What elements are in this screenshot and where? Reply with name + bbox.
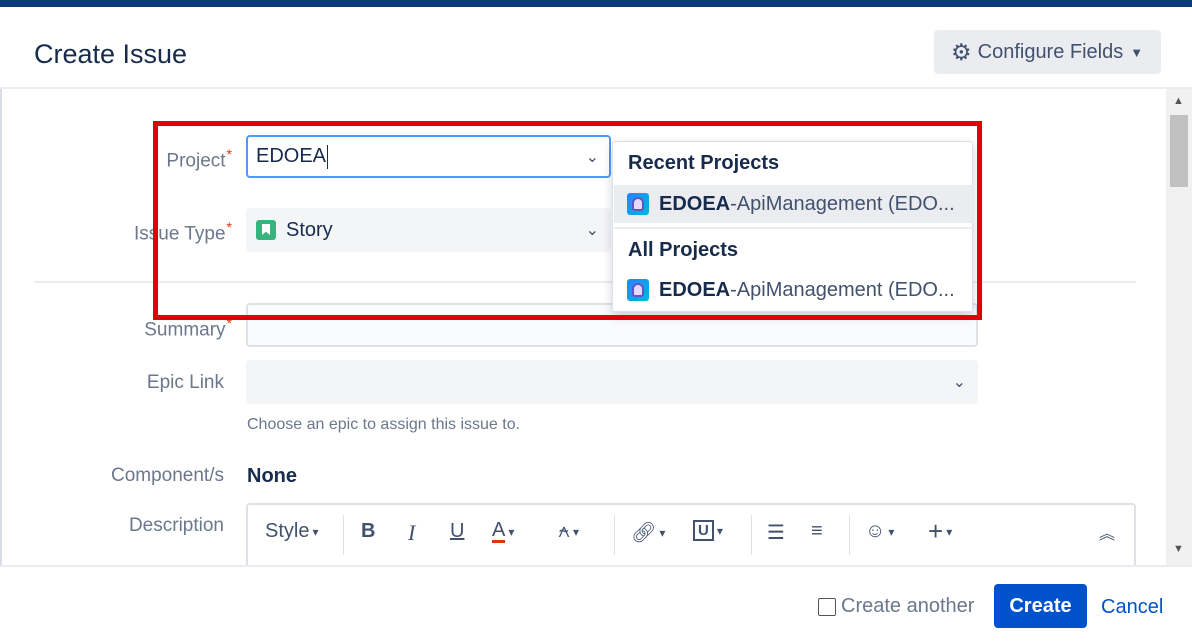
insert-button[interactable]: + ▾ bbox=[928, 516, 952, 547]
chevron-down-icon: ▾ bbox=[659, 525, 666, 540]
description-editor[interactable]: Style ▾ B I U A ▾ ⍲ ▾ 🔗︎ ▾ U ▾ ☰ ≡ ☺ ▾ + ▾ ︽ bbox=[246, 503, 1136, 565]
create-another-toggle[interactable]: Create another bbox=[818, 595, 974, 618]
chevron-down-icon: ▾ bbox=[888, 524, 895, 539]
components-label: Component/s bbox=[110, 465, 224, 486]
chevron-down-icon: ▾ bbox=[508, 524, 515, 539]
create-another-label: Create another bbox=[841, 595, 975, 617]
summary-label-text: Summary bbox=[144, 319, 226, 341]
cancel-link[interactable]: Cancel bbox=[1101, 596, 1163, 619]
toolbar-separator bbox=[614, 515, 615, 555]
annotation-highlight-box bbox=[153, 121, 982, 320]
epic-link-label: Epic Link bbox=[146, 372, 224, 393]
collapse-toolbar-button[interactable]: ︽ bbox=[1099, 520, 1115, 544]
text-color-button[interactable]: A ▾ bbox=[492, 520, 514, 543]
chevron-down-icon: ▾ bbox=[312, 524, 319, 539]
plus-icon: + bbox=[928, 516, 944, 546]
emoji-button[interactable]: ☺ ▾ bbox=[865, 520, 894, 543]
epic-link-help: Choose an epic to assign this issue to. bbox=[247, 416, 521, 433]
create-another-checkbox[interactable] bbox=[818, 597, 836, 616]
toolbar-separator bbox=[343, 515, 344, 555]
chevron-down-icon: ▾ bbox=[573, 524, 580, 539]
dialog-footer: Create another Create Cancel bbox=[0, 565, 1192, 641]
top-navigation-strip bbox=[0, 0, 1192, 7]
chevron-down-icon[interactable]: ⌄ bbox=[953, 372, 966, 392]
emoji-icon: ☺ bbox=[865, 520, 886, 542]
configure-fields-label: Configure Fields bbox=[977, 40, 1124, 63]
style-dropdown[interactable]: Style ▾ bbox=[265, 520, 319, 543]
double-chevron-up-icon: ︽ bbox=[1099, 526, 1116, 543]
scroll-down-icon[interactable]: ▼ bbox=[1173, 543, 1184, 555]
text-color-icon: A bbox=[492, 519, 506, 543]
link-icon: 🔗︎ bbox=[631, 522, 657, 544]
link-button[interactable]: 🔗︎ ▾ bbox=[631, 520, 665, 545]
scroll-up-icon[interactable]: ▲ bbox=[1173, 95, 1184, 107]
caret-down-icon: ▼ bbox=[1130, 44, 1144, 60]
numbered-list-button[interactable]: ≡ bbox=[811, 520, 823, 543]
underline-button[interactable]: U bbox=[450, 520, 464, 543]
gear-icon: ⚙ bbox=[951, 38, 972, 65]
dialog-title: Create Issue bbox=[34, 39, 188, 69]
chevron-down-icon: ▾ bbox=[716, 523, 723, 538]
attachment-icon: U bbox=[693, 520, 714, 541]
bullet-list-icon: ☰ bbox=[767, 522, 785, 544]
create-button[interactable]: Create bbox=[994, 584, 1087, 628]
bold-button[interactable]: B bbox=[361, 520, 375, 543]
italic-button[interactable]: I bbox=[408, 520, 415, 546]
bullet-list-button[interactable]: ☰ bbox=[767, 520, 785, 545]
style-label: Style bbox=[265, 520, 310, 542]
scrollbar-thumb[interactable] bbox=[1170, 115, 1188, 187]
epic-link-select[interactable]: ⌄ bbox=[246, 360, 978, 404]
components-value: None bbox=[247, 465, 297, 487]
description-label: Description bbox=[128, 515, 224, 536]
chevron-down-icon: ▾ bbox=[946, 524, 953, 539]
attachment-button[interactable]: U ▾ bbox=[693, 520, 723, 541]
text-effects-icon: ⍲ bbox=[558, 520, 570, 542]
configure-fields-button[interactable]: ⚙ Configure Fields ▼ bbox=[934, 30, 1161, 74]
toolbar-separator bbox=[751, 515, 752, 555]
numbered-list-icon: ≡ bbox=[811, 520, 823, 542]
dialog-header: Create Issue ⚙ Configure Fields ▼ bbox=[0, 7, 1192, 89]
dialog-scrollbar[interactable]: ▲ ▼ bbox=[1166, 89, 1192, 565]
more-formatting-button[interactable]: ⍲ ▾ bbox=[558, 520, 579, 543]
toolbar-separator bbox=[849, 515, 850, 555]
